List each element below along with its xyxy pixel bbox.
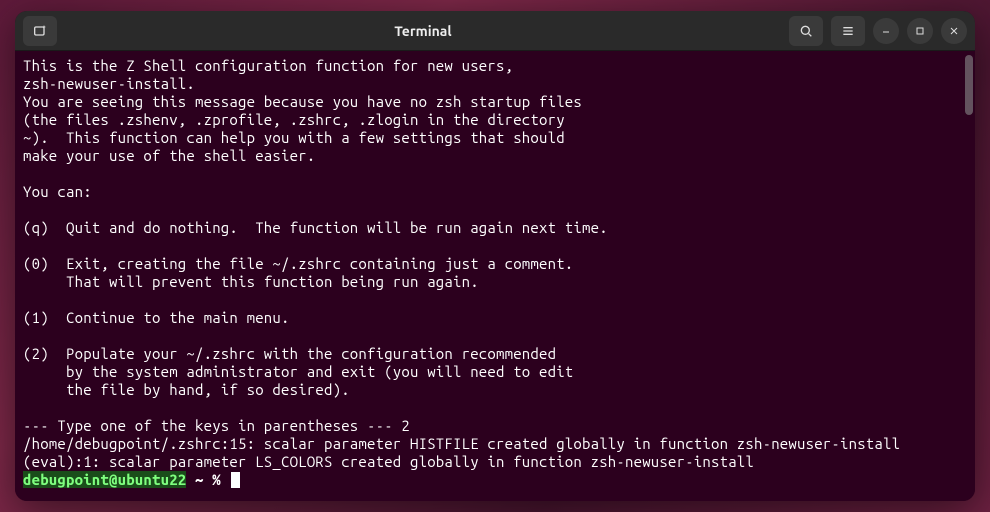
terminal-output: This is the Z Shell configuration functi…: [23, 57, 967, 471]
cursor: [231, 472, 240, 488]
terminal-window: Terminal: [15, 11, 975, 501]
menu-button[interactable]: [831, 16, 865, 46]
search-button[interactable]: [789, 16, 823, 46]
prompt-path: ~: [186, 471, 212, 488]
new-tab-icon: [32, 23, 48, 39]
close-icon: [948, 25, 960, 37]
hamburger-icon: [840, 23, 856, 39]
terminal-prompt[interactable]: debugpoint@ubuntu22 ~ %: [23, 471, 967, 489]
maximize-icon: [914, 25, 926, 37]
minimize-icon: [880, 25, 892, 37]
close-button[interactable]: [941, 18, 967, 44]
search-icon: [798, 23, 814, 39]
prompt-symbol: %: [212, 471, 229, 488]
window-title: Terminal: [57, 23, 789, 39]
new-tab-button[interactable]: [23, 16, 57, 46]
titlebar: Terminal: [15, 11, 975, 51]
scrollbar[interactable]: [965, 55, 973, 115]
minimize-button[interactable]: [873, 18, 899, 44]
terminal-body[interactable]: This is the Z Shell configuration functi…: [15, 51, 975, 501]
maximize-button[interactable]: [907, 18, 933, 44]
prompt-user-host: debugpoint@ubuntu22: [23, 471, 186, 488]
